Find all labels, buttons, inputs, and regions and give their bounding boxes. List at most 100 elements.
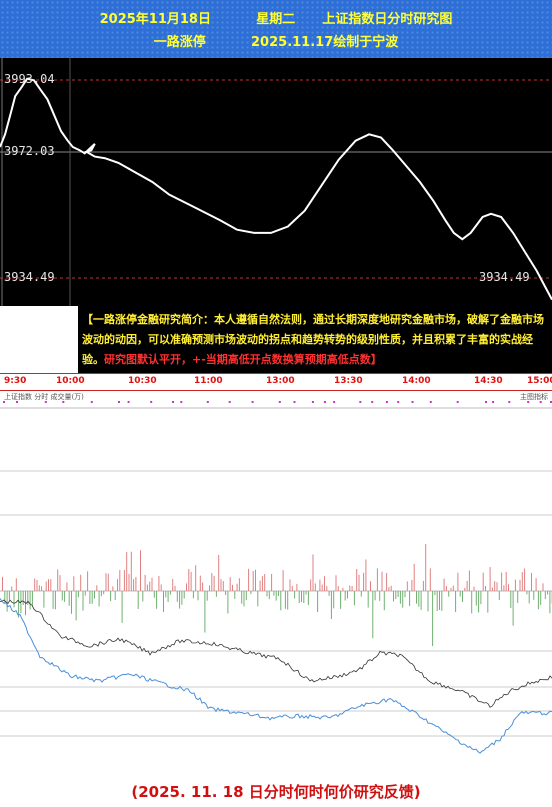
volume-bar-down — [498, 591, 500, 600]
volume-bar-down — [243, 591, 245, 607]
volume-bar-up — [443, 578, 445, 591]
signal-marker — [456, 401, 459, 403]
volume-bar-up — [429, 568, 431, 591]
volume-bar-up — [144, 574, 146, 591]
volume-bar-up — [112, 586, 114, 591]
volume-bar-down — [121, 591, 123, 623]
time-label: 13:30 — [334, 376, 363, 386]
volume-bar-down — [137, 591, 139, 609]
sub-panel-right-label: 主图指标 — [520, 393, 548, 401]
time-label: 10:30 — [128, 376, 157, 386]
volume-bar-down — [176, 591, 178, 602]
volume-bar-down — [183, 591, 185, 599]
volume-bar-up — [370, 581, 371, 591]
volume-bar-down — [287, 591, 289, 610]
volume-bar-up — [73, 576, 75, 591]
signal-markers — [3, 401, 552, 403]
volume-bar-up — [351, 586, 353, 591]
intro-note-box: 【一路涨停金融研究简介：本人遵循自然法则，通过长期深度地研究金融市场，破解了金融… — [0, 306, 552, 373]
intro-note-text: 【一路涨停金融研究简介：本人遵循自然法则，通过长期深度地研究金融市场，破解了金融… — [82, 310, 548, 370]
volume-bar-down — [328, 591, 330, 596]
volume-bar-down — [163, 591, 164, 612]
volume-bar-up — [445, 586, 447, 591]
volume-bar-up — [296, 584, 298, 591]
volume-bar-down — [22, 591, 24, 605]
volume-bar-up — [271, 573, 273, 591]
volume-bar-down — [420, 591, 422, 610]
volume-bar-down — [114, 591, 116, 601]
volume-bar-down — [179, 591, 181, 609]
volume-bar-down — [512, 591, 514, 626]
volume-bar-down — [68, 591, 70, 606]
signal-marker — [508, 401, 511, 403]
volume-bar-down — [510, 591, 512, 609]
volume-bar-up — [356, 569, 358, 591]
volume-bar-down — [31, 591, 33, 606]
average-price-line — [0, 598, 552, 754]
volume-bar-up — [519, 579, 521, 591]
volume-bar-down — [204, 591, 206, 633]
volume-bar-up — [195, 565, 197, 591]
price-label-lower-left: 3934.49 — [4, 270, 55, 284]
volume-bar-down — [280, 591, 282, 611]
volume-bar-down — [383, 591, 385, 611]
volume-bar-down — [372, 591, 374, 639]
volume-bar-down — [27, 591, 29, 605]
volume-bar-down — [307, 591, 309, 605]
volume-bar-down — [8, 591, 10, 600]
volume-bar-up — [140, 550, 141, 591]
volume-bar-up — [45, 581, 47, 591]
signal-marker — [228, 401, 231, 403]
volume-bar-up — [15, 578, 17, 591]
volume-bar-down — [393, 591, 394, 602]
volume-bar-up — [57, 569, 59, 591]
volume-bar-up — [319, 579, 321, 591]
volume-bar-down — [480, 591, 482, 605]
volume-bar-up — [312, 554, 314, 591]
volume-bar-up — [133, 579, 135, 591]
volume-bar-down — [18, 591, 20, 618]
volume-bar-down — [227, 591, 229, 614]
volume-bar-down — [77, 591, 79, 598]
actual-intraday-panel: 上证指数 分时 成交量(万) 主图指标 — [0, 391, 552, 777]
signal-marker — [118, 401, 120, 403]
volume-bar-down — [374, 591, 376, 601]
time-label: 10:00 — [56, 376, 85, 386]
volume-bar-up — [126, 552, 128, 591]
volume-bar-down — [547, 591, 549, 595]
volume-bar-down — [301, 591, 302, 602]
time-label: 14:00 — [402, 376, 431, 386]
volume-bar-down — [257, 591, 259, 607]
volume-bar-up — [211, 573, 213, 591]
signal-marker — [206, 401, 209, 403]
volume-bar-down — [402, 591, 404, 608]
volume-bar-up — [248, 568, 250, 591]
volume-bar-down — [475, 591, 477, 606]
volume-bar-up — [172, 578, 174, 591]
volume-bar-down — [6, 591, 8, 612]
volume-bar-up — [388, 587, 390, 591]
volume-bar-up — [259, 580, 261, 591]
volume-bar-down — [43, 591, 45, 608]
volume-bar-up — [202, 582, 204, 591]
volume-bar-up — [2, 576, 3, 591]
volume-bar-down — [192, 591, 194, 599]
time-label: 11:00 — [194, 376, 223, 386]
volume-bar-down — [418, 591, 420, 607]
signal-marker — [278, 401, 281, 403]
forecast-chart: 3993.04 3972.03 3934.49 3934.49 — [0, 58, 552, 306]
volume-bar-down — [344, 591, 346, 601]
volume-bar-up — [264, 573, 266, 591]
signal-marker — [127, 401, 130, 403]
volume-bar-up — [149, 581, 151, 591]
header-banner: 2025年11月18日 星期二 上证指数日分时研究图 一路涨停 2025.11.… — [0, 0, 552, 58]
header-title: 2025年11月18日 星期二 上证指数日分时研究图 — [99, 12, 453, 27]
volume-bar-down — [487, 591, 489, 613]
volume-bar-down — [89, 591, 91, 604]
volume-bar-down — [215, 591, 217, 597]
volume-bar-up — [255, 569, 256, 591]
volume-bar-down — [156, 591, 158, 609]
volume-bar-down — [305, 591, 307, 595]
volume-bar-down — [379, 591, 381, 601]
volume-bars — [2, 544, 552, 647]
